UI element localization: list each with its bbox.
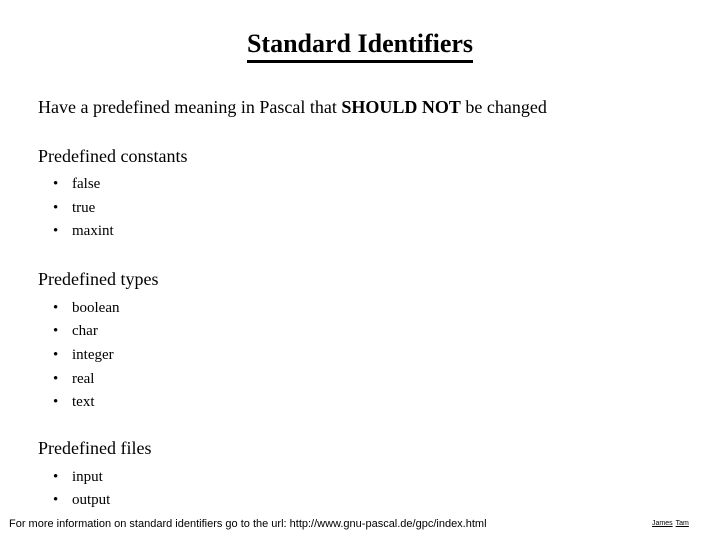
bullet-dot-icon: • bbox=[53, 299, 59, 316]
bullet-dot-icon: • bbox=[53, 468, 59, 485]
section-predefined-types: Predefined types • boolean • char • inte… bbox=[38, 268, 688, 415]
page-title: Standard Identifiers bbox=[0, 29, 720, 63]
section-heading: Predefined constants bbox=[38, 145, 188, 166]
section-predefined-files: Predefined files • input • output bbox=[38, 437, 688, 513]
list-item: • boolean bbox=[50, 297, 688, 321]
lead-statement: Have a predefined meaning in Pascal that… bbox=[38, 96, 688, 119]
list-item: • true bbox=[50, 197, 688, 221]
list-item-label: boolean bbox=[72, 299, 120, 316]
bullet-dot-icon: • bbox=[53, 199, 59, 216]
section-heading: Predefined files bbox=[38, 438, 152, 458]
bullet-dot-icon: • bbox=[53, 370, 59, 387]
slide-body: Have a predefined meaning in Pascal that… bbox=[38, 96, 688, 535]
bullet-dot-icon: • bbox=[53, 323, 59, 340]
lead-statement-after: be changed bbox=[460, 97, 547, 117]
list-item-label: integer bbox=[72, 346, 114, 363]
page-title-text: Standard Identifiers bbox=[246, 29, 474, 63]
bullet-dot-icon: • bbox=[53, 394, 59, 411]
bullet-list-constants: • false • true • maxint bbox=[38, 173, 688, 244]
bullet-dot-icon: • bbox=[53, 492, 59, 509]
list-item: • text bbox=[50, 391, 688, 415]
footer-author-last-name: Tam bbox=[675, 520, 689, 527]
footer-author-first-name: James bbox=[652, 520, 673, 527]
list-item-label: false bbox=[72, 176, 101, 192]
list-item-label: input bbox=[72, 468, 103, 485]
list-item: • output bbox=[50, 489, 688, 513]
list-item-label: output bbox=[72, 492, 111, 509]
slide-canvas: Standard Identifiers Have a predefined m… bbox=[0, 0, 720, 540]
list-item: • false bbox=[50, 173, 688, 197]
footer-author-credit[interactable]: James Tam bbox=[652, 519, 692, 529]
bullet-dot-icon: • bbox=[53, 176, 59, 192]
bullet-dot-icon: • bbox=[53, 346, 59, 363]
bullet-dot-icon: • bbox=[53, 223, 59, 240]
list-item: • real bbox=[50, 368, 688, 392]
list-item-label: true bbox=[72, 199, 96, 216]
list-item: • integer bbox=[50, 344, 688, 368]
list-item: • maxint bbox=[50, 220, 688, 244]
lead-statement-before: Have a predefined meaning in Pascal that bbox=[38, 97, 342, 117]
list-item-label: char bbox=[72, 323, 98, 340]
bullet-list-types: • boolean • char • integer • real • text bbox=[38, 297, 688, 415]
section-heading: Predefined types bbox=[38, 269, 159, 290]
footer-reference-note: For more information on standard identif… bbox=[9, 518, 487, 530]
lead-statement-emphasis: SHOULD NOT bbox=[341, 97, 461, 117]
list-item: • char bbox=[50, 320, 688, 344]
section-predefined-constants: Predefined constants • false • true • ma… bbox=[38, 145, 688, 245]
list-item: • input bbox=[50, 466, 688, 490]
list-item-label: real bbox=[72, 370, 95, 387]
list-item-label: text bbox=[72, 394, 95, 411]
list-item-label: maxint bbox=[72, 223, 114, 240]
bullet-list-files: • input • output bbox=[38, 466, 688, 513]
